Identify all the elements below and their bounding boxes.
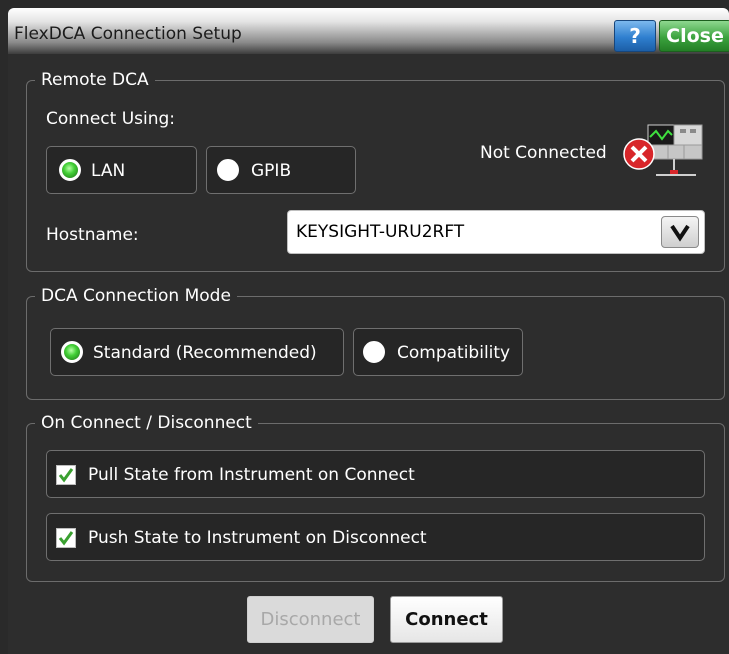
standard-mode-radio[interactable] [61,341,83,363]
lan-radio[interactable] [59,159,81,181]
help-button[interactable]: ? [614,20,656,52]
compatibility-mode-label: Compatibility [397,343,511,363]
push-state-label: Push State to Instrument on Disconnect [88,528,427,548]
pull-state-option[interactable]: Pull State from Instrument on Connect [46,450,705,498]
lan-label: LAN [91,161,126,181]
connection-mode-legend: DCA Connection Mode [41,286,231,306]
hostname-dropdown-button[interactable] [661,216,699,248]
gpib-option[interactable]: GPIB [206,146,356,194]
on-connect-legend: On Connect / Disconnect [41,413,252,433]
checkmark-icon [58,531,74,546]
network-disconnected-icon [618,123,704,183]
push-state-option[interactable]: Push State to Instrument on Disconnect [46,513,705,561]
hostname-combobox[interactable]: KEYSIGHT-URU2RFT [287,210,705,254]
compatibility-mode-radio[interactable] [363,341,385,363]
window-title: FlexDCA Connection Setup [14,24,242,44]
standard-mode-option[interactable]: Standard (Recommended) [50,328,344,376]
standard-mode-label: Standard (Recommended) [93,343,317,363]
remote-dca-legend: Remote DCA [41,70,149,90]
title-bar: FlexDCA Connection Setup ? Close [8,8,729,54]
pull-state-checkbox[interactable] [56,465,76,485]
close-button[interactable]: Close [659,20,729,52]
hostname-label: Hostname: [46,225,139,245]
checkmark-icon [58,468,74,483]
gpib-radio[interactable] [217,159,239,181]
connect-using-label: Connect Using: [46,109,176,129]
connect-button[interactable]: Connect [390,596,503,643]
lan-option[interactable]: LAN [46,146,197,194]
pull-state-label: Pull State from Instrument on Connect [88,465,415,485]
chevron-down-icon [670,224,690,242]
hostname-input[interactable]: KEYSIGHT-URU2RFT [296,222,464,242]
compatibility-mode-option[interactable]: Compatibility [353,328,523,376]
connection-status-text: Not Connected [480,143,607,163]
push-state-checkbox[interactable] [56,528,76,548]
disconnect-button[interactable]: Disconnect [247,596,374,643]
dialog-body: Remote DCA Connect Using: LAN GPIB Not C… [8,54,729,654]
gpib-label: GPIB [251,161,292,181]
